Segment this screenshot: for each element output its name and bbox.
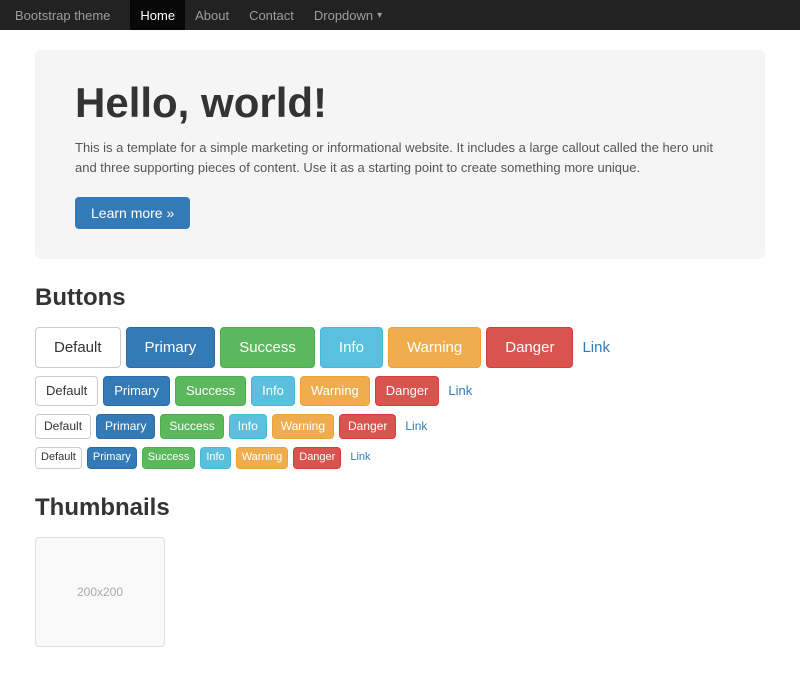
button-row-md: Default Primary Success Info Warning Dan… [35, 376, 765, 406]
button-row-sm: Default Primary Success Info Warning Dan… [35, 414, 765, 439]
nav-item-dropdown[interactable]: Dropdown ▾ [304, 0, 392, 30]
nav-item-contact[interactable]: Contact [239, 0, 304, 30]
btn-primary-lg[interactable]: Primary [126, 327, 216, 368]
btn-info-xs[interactable]: Info [200, 447, 230, 468]
thumbnails-section-title: Thumbnails [35, 494, 765, 522]
btn-primary-md[interactable]: Primary [103, 376, 170, 406]
btn-success-sm[interactable]: Success [160, 414, 223, 439]
buttons-section: Buttons Default Primary Success Info War… [35, 284, 765, 468]
btn-success-md[interactable]: Success [175, 376, 246, 406]
btn-primary-xs[interactable]: Primary [87, 447, 137, 468]
nav-item-home[interactable]: Home [130, 0, 185, 30]
btn-danger-sm[interactable]: Danger [339, 414, 396, 439]
hero-heading: Hello, world! [75, 80, 725, 126]
btn-warning-sm[interactable]: Warning [272, 414, 334, 439]
main-container: Hello, world! This is a template for a s… [20, 30, 780, 687]
btn-primary-sm[interactable]: Primary [96, 414, 155, 439]
learn-more-button[interactable]: Learn more » [75, 197, 190, 229]
btn-default-sm[interactable]: Default [35, 414, 91, 439]
btn-info-md[interactable]: Info [251, 376, 295, 406]
nav-item-about[interactable]: About [185, 0, 239, 30]
button-row-xs: Default Primary Success Info Warning Dan… [35, 447, 765, 468]
thumbnail-label: 200x200 [77, 585, 123, 599]
btn-link-lg[interactable]: Link [578, 328, 614, 367]
btn-danger-xs[interactable]: Danger [293, 447, 341, 468]
btn-link-md[interactable]: Link [444, 377, 476, 405]
btn-default-md[interactable]: Default [35, 376, 98, 406]
dropdown-arrow-icon: ▾ [377, 10, 382, 21]
btn-success-xs[interactable]: Success [142, 447, 196, 468]
jumbotron: Hello, world! This is a template for a s… [35, 50, 765, 259]
btn-link-xs[interactable]: Link [346, 448, 374, 467]
btn-warning-lg[interactable]: Warning [388, 327, 481, 368]
thumbnails-section: Thumbnails 200x200 [35, 494, 765, 647]
navbar-brand[interactable]: Bootstrap theme [15, 8, 110, 23]
btn-warning-md[interactable]: Warning [300, 376, 370, 406]
btn-danger-md[interactable]: Danger [375, 376, 440, 406]
navbar: Bootstrap theme Home About Contact Dropd… [0, 0, 800, 30]
btn-info-lg[interactable]: Info [320, 327, 383, 368]
nav-items: Home About Contact Dropdown ▾ [130, 0, 392, 30]
button-row-lg: Default Primary Success Info Warning Dan… [35, 327, 765, 368]
hero-description: This is a template for a simple marketin… [75, 138, 725, 177]
btn-link-sm[interactable]: Link [401, 415, 431, 438]
buttons-section-title: Buttons [35, 284, 765, 312]
btn-danger-lg[interactable]: Danger [486, 327, 573, 368]
btn-default-xs[interactable]: Default [35, 447, 82, 468]
btn-default-lg[interactable]: Default [35, 327, 121, 368]
btn-info-sm[interactable]: Info [229, 414, 267, 439]
thumbnail-item[interactable]: 200x200 [35, 537, 165, 647]
btn-warning-xs[interactable]: Warning [236, 447, 289, 468]
btn-success-lg[interactable]: Success [220, 327, 315, 368]
